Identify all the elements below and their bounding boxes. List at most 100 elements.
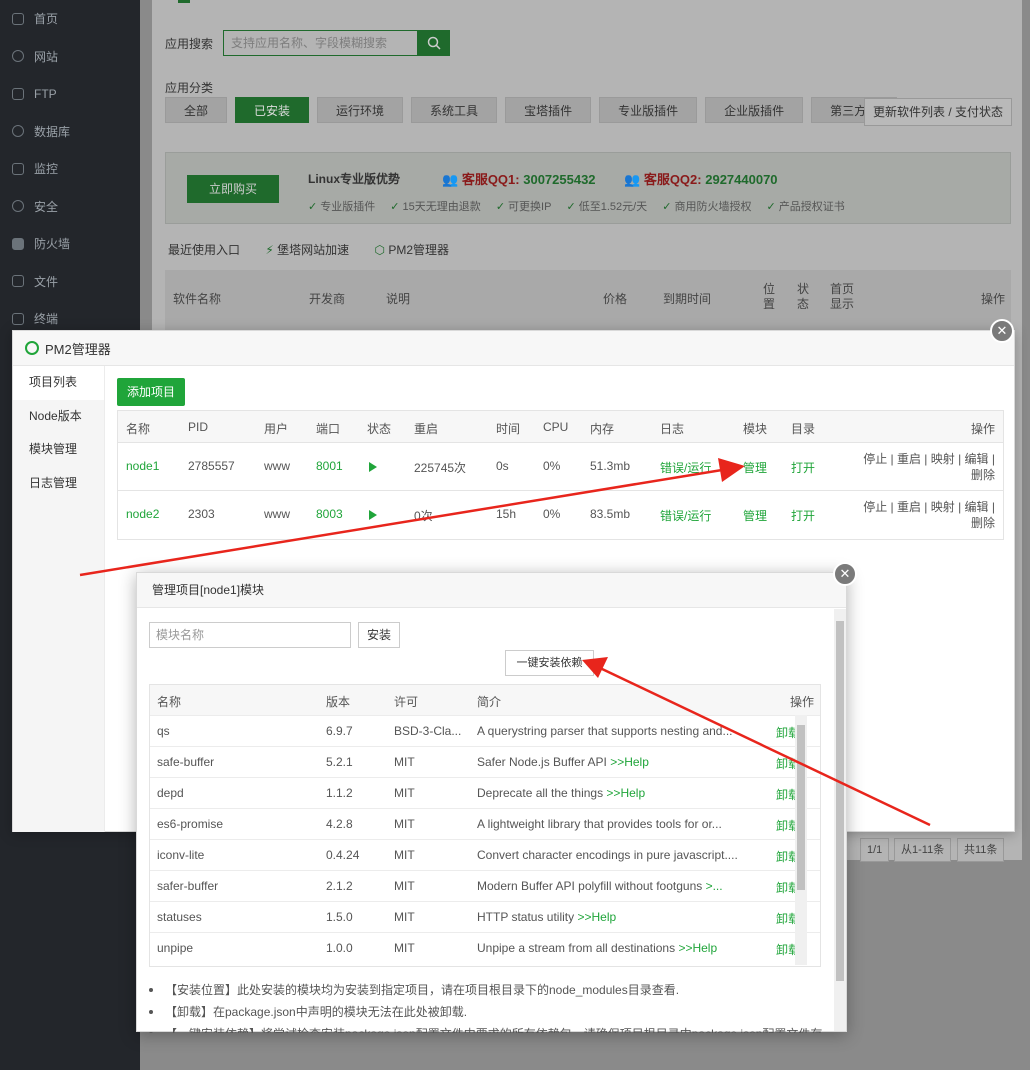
table-row: node2 2303 www 8003 0次 15h 0% 83.5mb 错误/… <box>118 491 1003 539</box>
module-version: 1.1.2 <box>326 786 353 800</box>
log-link[interactable]: 错误/运行 <box>660 507 711 524</box>
dialog-scrollbar[interactable] <box>834 609 846 1031</box>
col-header: 重启 <box>414 422 439 436</box>
project-name[interactable]: node1 <box>126 459 159 473</box>
recent-item-pm2[interactable]: ⬡ PM2管理器 <box>375 243 450 257</box>
add-project-button[interactable]: 添加项目 <box>117 378 186 406</box>
sidebar-item-monitor[interactable]: 监控 <box>0 150 140 188</box>
sidebar-item-home[interactable]: 首页 <box>0 0 140 38</box>
category-tabs: 全部 已安装 运行环境 系统工具 宝塔插件 专业版插件 企业版插件 第三方应 <box>165 97 905 123</box>
open-dir-link[interactable]: 打开 <box>791 507 815 524</box>
help-link[interactable]: >>Help <box>577 910 616 924</box>
module-version: 1.0.0 <box>326 941 353 955</box>
search-button[interactable] <box>418 30 451 56</box>
scrollbar-thumb[interactable] <box>797 725 805 890</box>
sidebar-item-label: 监控 <box>34 162 59 177</box>
module-name: iconv-lite <box>157 848 205 862</box>
col-header: PID <box>188 420 209 434</box>
menu-log-manage[interactable]: 日志管理 <box>13 467 104 501</box>
log-link[interactable]: 错误/运行 <box>660 459 711 476</box>
module-table-scrollbar[interactable] <box>795 715 807 965</box>
delete-link[interactable]: 删除 <box>971 516 995 530</box>
menu-module-manage[interactable]: 模块管理 <box>13 433 104 467</box>
sidebar-item-label: 首页 <box>34 12 59 27</box>
pm2-close-button[interactable]: ✕ <box>990 319 1014 343</box>
recent-item-site-accel[interactable]: ⚡ 堡塔网站加速 <box>265 243 349 257</box>
category-pro-plugins[interactable]: 专业版插件 <box>599 97 698 123</box>
category-installed[interactable]: 已安装 <box>235 97 310 123</box>
menu-node-version[interactable]: Node版本 <box>13 400 104 434</box>
sidebar-item-files[interactable]: 文件 <box>0 263 140 301</box>
module-dialog-close-button[interactable]: ✕ <box>833 562 857 586</box>
one-key-install-deps-button[interactable]: 一键安装依赖 <box>505 650 594 676</box>
module-manage-link[interactable]: 管理 <box>743 459 767 476</box>
help-link[interactable]: >... <box>706 879 723 893</box>
sidebar-item-security[interactable]: 安全 <box>0 188 140 226</box>
category-system-tools[interactable]: 系统工具 <box>411 97 498 123</box>
qq1-contact[interactable]: 👥 客服QQ1: 3007255432 <box>442 169 596 188</box>
category-all[interactable]: 全部 <box>165 97 228 123</box>
recent-label: 最近使用入口 <box>168 243 241 257</box>
buy-now-button[interactable]: 立即购买 <box>187 175 279 203</box>
help-link[interactable]: >>Help <box>610 755 649 769</box>
module-name-input[interactable]: 模块名称 <box>149 622 351 648</box>
sidebar-item-firewall[interactable]: 防火墙 <box>0 225 140 263</box>
col-header: 到期时间 <box>663 292 712 306</box>
note-install-location: 【安装位置】此处安装的模块均为安装到指定项目，请在项目根目录下的node_mod… <box>149 979 829 1001</box>
project-port[interactable]: 8001 <box>316 459 343 473</box>
module-manage-link[interactable]: 管理 <box>743 507 767 524</box>
app-search-input[interactable]: 支持应用名称、字段模糊搜索 <box>223 30 419 56</box>
module-version: 1.5.0 <box>326 910 353 924</box>
project-port[interactable]: 8003 <box>316 507 343 521</box>
software-table-header: 软件名称 开发商 说明 价格 到期时间 位置 状态 首页显示 操作 <box>165 270 1011 330</box>
project-pid: 2785557 <box>188 459 235 473</box>
actions-line[interactable]: 停止 | 重启 | 映射 | 编辑 | <box>863 452 995 466</box>
col-header: 价格 <box>603 292 628 306</box>
module-description: Deprecate all the things >>Help <box>477 786 646 800</box>
sidebar-item-ftp[interactable]: FTP <box>0 75 140 113</box>
menu-project-list[interactable]: 项目列表 <box>13 366 104 400</box>
close-icon: ✕ <box>996 323 1008 338</box>
help-link[interactable]: >>Help <box>678 941 717 955</box>
qq2-label: 客服QQ2: <box>643 172 702 187</box>
open-dir-link[interactable]: 打开 <box>791 459 815 476</box>
col-header: 版本 <box>326 695 351 709</box>
category-enterprise-plugins[interactable]: 企业版插件 <box>705 97 804 123</box>
qq2-number: 2927440070 <box>705 172 778 187</box>
scrollbar-thumb[interactable] <box>836 621 844 981</box>
col-header: 日志 <box>660 422 685 436</box>
project-uptime: 15h <box>496 507 517 521</box>
running-status-icon[interactable] <box>369 462 377 472</box>
actions-line[interactable]: 停止 | 重启 | 映射 | 编辑 | <box>863 500 995 514</box>
pager-range: 从1-11条 <box>894 838 952 862</box>
sidebar-item-database[interactable]: 数据库 <box>0 113 140 151</box>
update-software-list-button[interactable]: 更新软件列表 / 支付状态 <box>864 98 1013 126</box>
row-actions[interactable]: 停止 | 重启 | 映射 | 编辑 | 删除 <box>863 451 995 483</box>
pager-current[interactable]: 1/1 <box>860 838 890 862</box>
table-row: iconv-lite 0.4.24 MIT Convert character … <box>150 840 820 871</box>
table-row: es6-promise 4.2.8 MIT A lightweight libr… <box>150 809 820 840</box>
delete-link[interactable]: 删除 <box>971 468 995 482</box>
globe-icon <box>12 50 24 63</box>
category-runtime[interactable]: 运行环境 <box>317 97 404 123</box>
feature-item: ✓ 产品授权证书 <box>766 201 845 213</box>
pm2-title-bar: PM2管理器 <box>13 331 1014 366</box>
module-manage-dialog: 管理项目[node1]模块 模块名称 安装 一键安装依赖 名称 版本 许可 简介… <box>136 572 847 1033</box>
check-icon: ✓ <box>390 201 400 213</box>
col-header: 名称 <box>157 695 182 709</box>
active-tab-indicator <box>178 0 190 3</box>
project-name[interactable]: node2 <box>126 507 159 521</box>
col-header: 时间 <box>496 422 521 436</box>
help-link[interactable]: >>Help <box>606 786 645 800</box>
module-name: safer-buffer <box>157 879 219 893</box>
running-status-icon[interactable] <box>369 510 377 520</box>
category-bt-plugins[interactable]: 宝塔插件 <box>505 97 592 123</box>
feature-item: ✓ 商用防火墙授权 <box>662 201 752 213</box>
pm2-title: PM2管理器 <box>45 341 111 357</box>
feature-item: ✓ 可更换IP <box>495 201 552 213</box>
sidebar-item-website[interactable]: 网站 <box>0 38 140 76</box>
row-actions[interactable]: 停止 | 重启 | 映射 | 编辑 | 删除 <box>863 499 995 531</box>
install-module-button[interactable]: 安装 <box>358 622 400 648</box>
col-header: 软件名称 <box>173 292 222 306</box>
qq2-contact[interactable]: 👥 客服QQ2: 2927440070 <box>624 169 778 188</box>
